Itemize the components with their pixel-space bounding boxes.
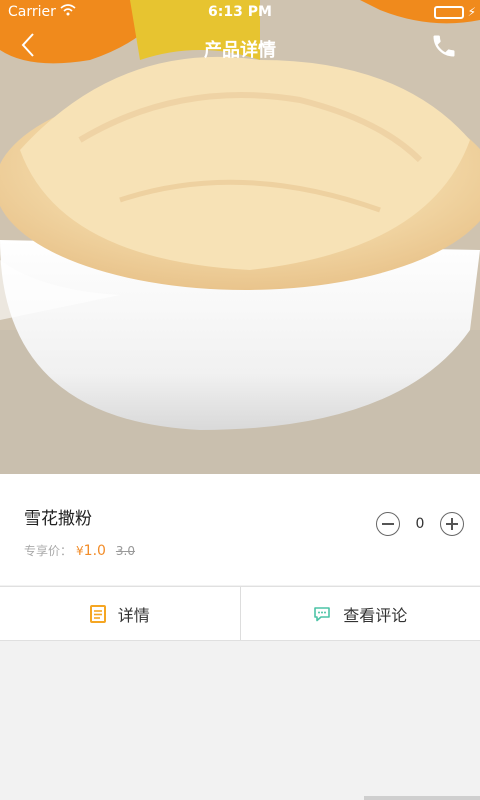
page-title: 产品详情	[204, 40, 276, 61]
quantity-value: 0	[415, 516, 425, 532]
tab-details-label: 详情	[117, 605, 150, 625]
product-name: 雪花撒粉	[24, 509, 92, 529]
original-price: 3.0	[115, 544, 136, 558]
status-time: 6:13 PM	[208, 4, 272, 20]
charging-icon: ⚡	[467, 5, 476, 19]
comment-bubble-icon	[313, 605, 331, 623]
price-row: 专享价： ¥ 1.0 3.0	[24, 542, 135, 559]
price-label: 专享价：	[24, 544, 73, 558]
increase-quantity-button[interactable]	[440, 512, 464, 536]
phone-icon	[433, 35, 455, 57]
tab-view-comments[interactable]: 查看评论	[239, 587, 480, 640]
product-info-panel: 雪花撒粉 专享价： ¥ 1.0 3.0 0	[0, 474, 480, 585]
call-button[interactable]	[430, 32, 458, 64]
detail-tabs: 详情 查看评论	[0, 586, 480, 641]
tab-details[interactable]: 详情	[0, 587, 240, 640]
navigation-bar: 产品详情	[0, 24, 480, 72]
tab-view-comments-label: 查看评论	[343, 605, 408, 625]
document-icon	[89, 604, 106, 623]
quantity-stepper: 0	[376, 512, 464, 536]
currency-symbol: ¥	[76, 544, 84, 558]
scroll-indicator	[364, 796, 480, 800]
battery-icon	[434, 6, 464, 19]
special-price: 1.0	[83, 543, 106, 559]
decrease-quantity-button[interactable]	[376, 512, 400, 536]
status-bar: Carrier 6:13 PM ⚡	[0, 0, 480, 24]
